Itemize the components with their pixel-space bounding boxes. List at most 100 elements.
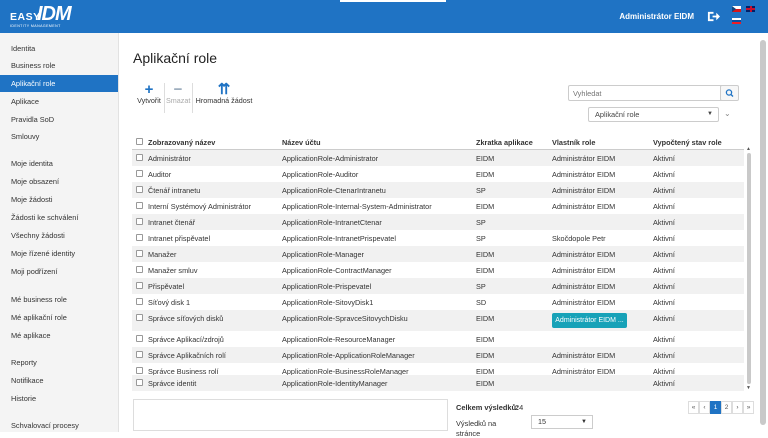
table-row[interactable]: Interní Systémový Administrátor Applicat… bbox=[132, 198, 744, 214]
table-row[interactable]: Správce identit ApplicationRole-Identity… bbox=[132, 375, 744, 391]
row-checkbox[interactable] bbox=[136, 186, 143, 193]
user-name[interactable]: Administrátor EIDM bbox=[619, 12, 694, 21]
flag-sk-icon[interactable] bbox=[732, 18, 741, 24]
cell-state: Aktivní bbox=[653, 351, 675, 360]
row-checkbox[interactable] bbox=[136, 314, 143, 321]
row-checkbox[interactable] bbox=[136, 266, 143, 273]
cell-name: Správce Aplikačních rolí bbox=[148, 351, 226, 360]
table-row[interactable]: Správce Aplikačních rolí ApplicationRole… bbox=[132, 347, 744, 363]
row-checkbox[interactable] bbox=[136, 298, 143, 305]
delete-button[interactable]: − Smazat bbox=[166, 82, 190, 105]
sidebar-item-moje-obsazeni[interactable]: Moje obsazení bbox=[0, 173, 118, 190]
cell-name: Přispěvatel bbox=[148, 282, 185, 291]
table-row[interactable]: Správce Aplikací/zdrojů ApplicationRole-… bbox=[132, 331, 744, 347]
scroll-down-icon[interactable]: ▼ bbox=[746, 385, 751, 391]
create-button[interactable]: + Vytvořit bbox=[136, 81, 162, 105]
sidebar-item-me-aplikace[interactable]: Mé aplikace bbox=[0, 327, 118, 344]
row-checkbox[interactable] bbox=[136, 154, 143, 161]
page-1-button[interactable]: 1 bbox=[710, 401, 721, 414]
search-icon bbox=[725, 89, 734, 97]
table-row[interactable]: Administrátor ApplicationRole-Administra… bbox=[132, 150, 744, 166]
select-all-checkbox[interactable] bbox=[136, 138, 143, 145]
cell-name: Správce identit bbox=[148, 379, 197, 388]
sidebar-item-moje-rizene-identity[interactable]: Moje řízené identity bbox=[0, 245, 118, 262]
column-header[interactable]: Název účtu bbox=[282, 138, 321, 147]
bulk-request-button[interactable]: ⇈ Hromadná žádost bbox=[194, 82, 254, 105]
row-checkbox[interactable] bbox=[136, 367, 143, 374]
double-chevron-down-icon[interactable]: ⌄ bbox=[724, 109, 731, 118]
table-row[interactable]: Manažer ApplicationRole-Manager EIDM Adm… bbox=[132, 246, 744, 262]
column-header[interactable]: Vypočtený stav role bbox=[653, 138, 722, 147]
plus-icon: + bbox=[144, 81, 154, 98]
row-checkbox[interactable] bbox=[136, 379, 143, 386]
table-header: Zobrazovaný název Název účtu Zkratka apl… bbox=[132, 134, 744, 150]
page-2-button[interactable]: 2 bbox=[721, 401, 732, 414]
scroll-up-icon[interactable]: ▲ bbox=[746, 146, 751, 152]
table-row[interactable]: Čtenář intranetu ApplicationRole-CtenarI… bbox=[132, 182, 744, 198]
cell-app: EIDM bbox=[476, 170, 495, 179]
row-checkbox[interactable] bbox=[136, 250, 143, 257]
cell-account: ApplicationRole-SitovyDisk1 bbox=[282, 298, 374, 307]
owner-button[interactable]: Administrátor EIDM ... bbox=[552, 313, 627, 328]
column-header[interactable]: Zkratka aplikace bbox=[476, 138, 533, 147]
table-row[interactable]: Manažer smluv ApplicationRole-ContractMa… bbox=[132, 262, 744, 278]
logout-icon[interactable] bbox=[707, 10, 720, 23]
table-row[interactable]: Síťový disk 1 ApplicationRole-SitovyDisk… bbox=[132, 294, 744, 310]
sidebar-item-smlouvy[interactable]: Smlouvy bbox=[0, 128, 118, 145]
page-scrollbar[interactable] bbox=[760, 40, 766, 425]
cell-owner: Administrátor EIDM bbox=[552, 202, 616, 211]
row-checkbox[interactable] bbox=[136, 234, 143, 241]
flag-cz-icon[interactable] bbox=[732, 6, 741, 12]
cell-app: EIDM bbox=[476, 202, 495, 211]
cell-name: Síťový disk 1 bbox=[148, 298, 191, 307]
row-checkbox[interactable] bbox=[136, 218, 143, 225]
row-checkbox[interactable] bbox=[136, 170, 143, 177]
row-checkbox[interactable] bbox=[136, 282, 143, 289]
table-row[interactable]: Intranet přispěvatel ApplicationRole-Int… bbox=[132, 230, 744, 246]
sidebar-item-business-role[interactable]: Business role bbox=[0, 57, 118, 74]
sidebar-item-moji-podrizeni[interactable]: Moji podřízení bbox=[0, 263, 118, 280]
cell-name: Manažer bbox=[148, 250, 177, 259]
chevron-down-icon: ▼ bbox=[707, 111, 713, 117]
table-row[interactable]: Přispěvatel ApplicationRole-Prispevatel … bbox=[132, 278, 744, 294]
sidebar-item-moje-identita[interactable]: Moje identita bbox=[0, 155, 118, 172]
sidebar-item-notifikace[interactable]: Notifikace bbox=[0, 372, 118, 389]
results-per-page-select[interactable]: 15 ▼ bbox=[531, 415, 593, 429]
search-button[interactable] bbox=[720, 85, 739, 101]
sidebar-item-schvalovaci-procesy[interactable]: Schvalovací procesy bbox=[0, 417, 118, 434]
table-scrollbar[interactable] bbox=[747, 153, 751, 384]
cell-app: SP bbox=[476, 234, 486, 243]
sidebar-item-moje-zadosti[interactable]: Moje žádosti bbox=[0, 191, 118, 208]
sidebar-item-me-aplikacni-role[interactable]: Mé aplikační role bbox=[0, 309, 118, 326]
sidebar-item-identita[interactable]: Identita bbox=[0, 40, 118, 57]
column-header[interactable]: Zobrazovaný název bbox=[148, 138, 215, 147]
next-page-button[interactable]: › bbox=[732, 401, 743, 414]
row-checkbox[interactable] bbox=[136, 335, 143, 342]
sidebar-item-me-business-role[interactable]: Mé business role bbox=[0, 291, 118, 308]
cell-account: ApplicationRole-ContractManager bbox=[282, 266, 392, 275]
cell-name: Čtenář intranetu bbox=[148, 186, 201, 195]
table-row[interactable]: Auditor ApplicationRole-Auditor EIDM Adm… bbox=[132, 166, 744, 182]
row-checkbox[interactable] bbox=[136, 351, 143, 358]
sidebar-item-historie[interactable]: Historie bbox=[0, 390, 118, 407]
sidebar-item-aplikace[interactable]: Aplikace bbox=[0, 93, 118, 110]
cell-app: EIDM bbox=[476, 351, 495, 360]
role-type-select[interactable]: Aplikační role ▼ bbox=[588, 107, 719, 122]
column-header[interactable]: Vlastník role bbox=[552, 138, 595, 147]
cell-name: Interní Systémový Administrátor bbox=[148, 202, 252, 211]
table-row[interactable]: Správce síťových disků ApplicationRole-S… bbox=[132, 310, 744, 331]
prev-page-button[interactable]: ‹ bbox=[699, 401, 710, 414]
cell-state: Aktivní bbox=[653, 266, 675, 275]
sidebar-item-pravidla-sod[interactable]: Pravidla SoD bbox=[0, 111, 118, 128]
first-page-button[interactable]: « bbox=[688, 401, 699, 414]
sidebar-item-reporty[interactable]: Reporty bbox=[0, 354, 118, 371]
logo[interactable]: EASY IDM IDENTITY MANAGEMENT bbox=[10, 3, 72, 31]
last-page-button[interactable]: » bbox=[743, 401, 754, 414]
sidebar-item-zadosti-ke-schvaleni[interactable]: Žádosti ke schválení bbox=[0, 209, 118, 226]
flag-en-icon[interactable] bbox=[746, 6, 755, 12]
row-checkbox[interactable] bbox=[136, 202, 143, 209]
sidebar-item-vsechny-zadosti[interactable]: Všechny žádosti bbox=[0, 227, 118, 244]
table-row[interactable]: Intranet čtenář ApplicationRole-Intranet… bbox=[132, 214, 744, 230]
search-input[interactable] bbox=[568, 85, 726, 101]
sidebar-item-aplikacni-role[interactable]: Aplikační role bbox=[0, 75, 118, 92]
